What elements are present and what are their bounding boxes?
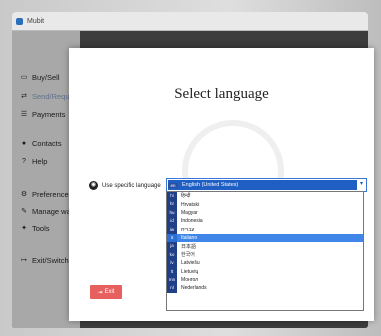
- language-name: Lietuvių: [181, 268, 199, 275]
- language-name: Hrvatski: [181, 201, 200, 208]
- language-code: nl: [167, 284, 177, 293]
- language-option[interactable]: mn Монгол: [167, 275, 363, 285]
- exit-icon: ⇥: [97, 289, 103, 296]
- language-code: hu: [167, 208, 177, 218]
- language-name: Latviešu: [181, 260, 200, 267]
- globe-icon: ◉: [89, 181, 98, 190]
- language-code: id: [167, 217, 177, 226]
- language-name: हिन्दी: [181, 193, 191, 200]
- language-name: Indonesia: [181, 218, 203, 225]
- chevron-down-icon[interactable]: ▾: [357, 179, 366, 189]
- language-option[interactable]: lt Lietuvių: [167, 267, 363, 276]
- select-language-dialog: Select language ◉ Use specific language …: [69, 48, 374, 321]
- language-option[interactable]: hi हिन्दी: [167, 192, 363, 201]
- language-name: 日本語: [181, 244, 197, 251]
- language-code: lt: [167, 267, 177, 276]
- language-option[interactable]: hr Hrvatski: [167, 200, 363, 209]
- language-code: hr: [167, 200, 177, 209]
- language-code: lv: [167, 259, 177, 268]
- language-name: עברית: [181, 226, 195, 233]
- exit-label: Exit: [104, 289, 115, 295]
- language-option[interactable]: nl Nederlands: [167, 284, 363, 293]
- language-code: hi: [167, 192, 177, 201]
- language-option[interactable]: it Italiano: [167, 233, 363, 243]
- language-option[interactable]: ko 한국어: [167, 250, 363, 260]
- language-name: Magyar: [181, 209, 198, 216]
- language-code: ja: [167, 242, 177, 251]
- language-option[interactable]: id Indonesia: [167, 217, 363, 226]
- language-code: ko: [167, 250, 177, 260]
- language-select[interactable]: en English (United States) ▾: [166, 178, 367, 192]
- exit-button[interactable]: ⇥ Exit: [90, 285, 122, 299]
- language-code: it: [167, 233, 177, 243]
- option-label: Use specific language: [102, 182, 161, 189]
- dialog-title: Select language: [174, 86, 269, 102]
- language-dropdown-list[interactable]: hi हिन्दी hr Hrvatski hu Magyar id Indonesia iw ע…: [166, 191, 364, 311]
- language-name: Nederlands: [181, 285, 207, 292]
- language-code: iw: [167, 225, 177, 234]
- language-option[interactable]: lv Latviešu: [167, 259, 363, 268]
- use-specific-language-option[interactable]: ◉ Use specific language: [89, 181, 161, 190]
- app-logo-icon: [16, 17, 23, 25]
- language-name: 한국어: [181, 252, 195, 259]
- language-name: English (United States): [182, 182, 239, 188]
- language-name: Монгол: [181, 277, 199, 284]
- language-option[interactable]: ja 日本語: [167, 242, 363, 251]
- title-bar: Mubit: [12, 12, 368, 31]
- selected-language: en English (United States): [168, 180, 357, 190]
- language-code: mn: [167, 275, 177, 285]
- window-title: Mubit: [27, 17, 45, 25]
- language-option[interactable]: iw עברית: [167, 225, 363, 234]
- language-name: Italiano: [181, 235, 198, 242]
- language-option[interactable]: hu Magyar: [167, 208, 363, 218]
- language-code: en: [168, 182, 178, 188]
